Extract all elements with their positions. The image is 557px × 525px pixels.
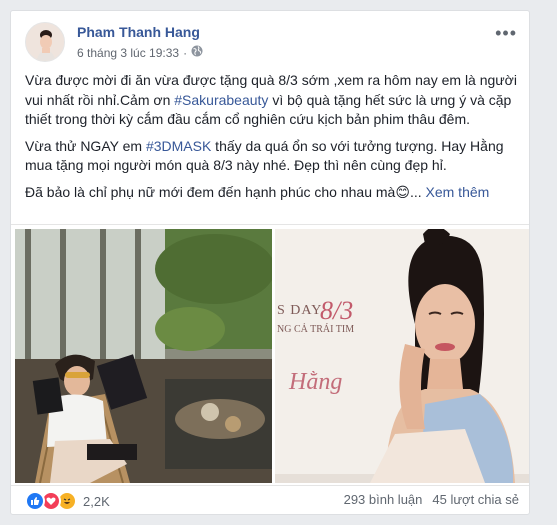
photo-advertisement[interactable]: S DAY NG CẢ TRÁI TIM 8/3 Hằng <box>275 229 529 483</box>
post-paragraph-1: Vừa được mời đi ăn vừa được tặng quà 8/3… <box>25 71 517 130</box>
text-span: Vừa thử NGAY em <box>25 137 146 154</box>
post-paragraph-3: Đã bảo là chỉ phụ nữ mới đem đến hạnh ph… <box>25 183 517 203</box>
comments-count[interactable]: 293 bình luận <box>344 492 423 507</box>
separator: · <box>183 45 188 60</box>
post-text: Vừa được mời đi ăn vừa được tặng quà 8/3… <box>25 71 517 209</box>
text-span: Đã bảo là chỉ phụ nữ mới đem đến hạnh ph… <box>25 183 422 200</box>
ad-line-1: S DAY <box>277 303 322 318</box>
like-icon <box>25 491 45 511</box>
ad-script: Hằng <box>288 369 342 395</box>
post-meta: 6 tháng 3 lúc 19:33 · <box>77 45 203 60</box>
post-timestamp[interactable]: 6 tháng 3 lúc 19:33 <box>77 46 179 60</box>
post-card: Pham Thanh Hang 6 tháng 3 lúc 19:33 · ••… <box>10 10 530 515</box>
post-stats: 293 bình luận 45 lượt chia sẻ <box>344 492 519 507</box>
hashtag-3dmask[interactable]: #3DMASK <box>146 138 211 154</box>
post-footer: 2,2K 293 bình luận 45 lượt chia sẻ <box>25 491 519 511</box>
see-more-link[interactable]: Xem thêm <box>426 184 490 200</box>
author-name[interactable]: Pham Thanh Hang <box>77 24 200 40</box>
photo-grid: S DAY NG CẢ TRÁI TIM 8/3 Hằng <box>11 224 529 486</box>
post-paragraph-2: Vừa thử NGAY em #3DMASK thấy da quá ổn s… <box>25 137 517 176</box>
reaction-count: 2,2K <box>83 493 110 509</box>
ad-number: 8/3 <box>320 296 353 325</box>
post-header: Pham Thanh Hang 6 tháng 3 lúc 19:33 · ••… <box>25 22 519 66</box>
hashtag-sakurabeauty[interactable]: #Sakurabeauty <box>174 92 268 108</box>
globe-icon[interactable] <box>191 45 203 60</box>
shares-count[interactable]: 45 lượt chia sẻ <box>432 492 519 507</box>
reaction-summary[interactable]: 2,2K <box>25 491 110 511</box>
photo-restaurant[interactable] <box>15 229 272 483</box>
avatar[interactable] <box>25 22 65 62</box>
more-options-icon[interactable]: ••• <box>495 24 517 42</box>
